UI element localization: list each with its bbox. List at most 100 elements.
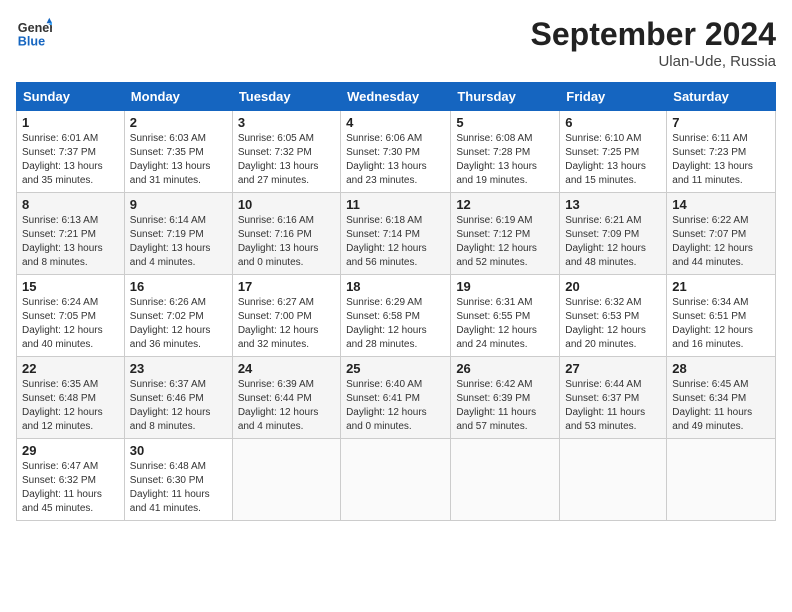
day-info: Sunrise: 6:03 AMSunset: 7:35 PMDaylight:…	[130, 132, 227, 188]
header-row: SundayMondayTuesdayWednesdayThursdayFrid…	[17, 83, 776, 111]
calendar-cell	[451, 439, 560, 521]
calendar-cell: 4 Sunrise: 6:06 AMSunset: 7:30 PMDaylight…	[341, 111, 451, 193]
day-number: 24	[238, 361, 335, 376]
day-number: 27	[565, 361, 661, 376]
calendar-cell: 22 Sunrise: 6:35 AMSunset: 6:48 PMDayligh…	[17, 357, 125, 439]
title-block: September 2024 Ulan-Ude, Russia	[531, 16, 776, 70]
day-info: Sunrise: 6:31 AMSunset: 6:55 PMDaylight:…	[456, 296, 554, 352]
day-number: 11	[346, 197, 445, 212]
day-number: 19	[456, 279, 554, 294]
calendar-cell: 7 Sunrise: 6:11 AMSunset: 7:23 PMDaylight…	[667, 111, 776, 193]
calendar-cell	[667, 439, 776, 521]
day-info: Sunrise: 6:47 AMSunset: 6:32 PMDaylight:…	[22, 460, 119, 516]
day-info: Sunrise: 6:37 AMSunset: 6:46 PMDaylight:…	[130, 378, 227, 434]
month-title: September 2024	[531, 16, 776, 53]
day-header-monday: Monday	[124, 83, 232, 111]
day-header-thursday: Thursday	[451, 83, 560, 111]
calendar-cell: 10 Sunrise: 6:16 AMSunset: 7:16 PMDayligh…	[232, 193, 340, 275]
day-number: 4	[346, 115, 445, 130]
calendar-cell: 3 Sunrise: 6:05 AMSunset: 7:32 PMDaylight…	[232, 111, 340, 193]
day-number: 21	[672, 279, 770, 294]
calendar-cell: 6Sunrise: 6:10 AMSunset: 7:25 PMDaylight…	[560, 111, 667, 193]
day-number: 16	[130, 279, 227, 294]
day-info: Sunrise: 6:29 AMSunset: 6:58 PMDaylight:…	[346, 296, 445, 352]
day-number: 15	[22, 279, 119, 294]
calendar-cell: 28 Sunrise: 6:45 AMSunset: 6:34 PMDayligh…	[667, 357, 776, 439]
calendar-cell: 14 Sunrise: 6:22 AMSunset: 7:07 PMDayligh…	[667, 193, 776, 275]
day-number: 1	[22, 115, 119, 130]
day-info: Sunrise: 6:35 AMSunset: 6:48 PMDaylight:…	[22, 378, 119, 434]
day-number: 26	[456, 361, 554, 376]
day-header-wednesday: Wednesday	[341, 83, 451, 111]
day-number: 25	[346, 361, 445, 376]
day-info: Sunrise: 6:14 AMSunset: 7:19 PMDaylight:…	[130, 214, 227, 270]
day-info: Sunrise: 6:19 AMSunset: 7:12 PMDaylight:…	[456, 214, 554, 270]
day-number: 23	[130, 361, 227, 376]
calendar-cell: 21Sunrise: 6:34 AMSunset: 6:51 PMDayligh…	[667, 275, 776, 357]
day-number: 30	[130, 443, 227, 458]
calendar-cell	[560, 439, 667, 521]
calendar-cell: 20 Sunrise: 6:32 AMSunset: 6:53 PMDayligh…	[560, 275, 667, 357]
calendar-cell: 26 Sunrise: 6:42 AMSunset: 6:39 PMDayligh…	[451, 357, 560, 439]
day-header-tuesday: Tuesday	[232, 83, 340, 111]
day-number: 22	[22, 361, 119, 376]
day-info: Sunrise: 6:42 AMSunset: 6:39 PMDaylight:…	[456, 378, 554, 434]
day-info: Sunrise: 6:32 AMSunset: 6:53 PMDaylight:…	[565, 296, 661, 352]
calendar-cell: 30 Sunrise: 6:48 AMSunset: 6:30 PMDayligh…	[124, 439, 232, 521]
day-info: Sunrise: 6:27 AMSunset: 7:00 PMDaylight:…	[238, 296, 335, 352]
calendar-cell: 23 Sunrise: 6:37 AMSunset: 6:46 PMDayligh…	[124, 357, 232, 439]
day-info: Sunrise: 6:06 AMSunset: 7:30 PMDaylight:…	[346, 132, 445, 188]
day-info: Sunrise: 6:05 AMSunset: 7:32 PMDaylight:…	[238, 132, 335, 188]
day-info: Sunrise: 6:08 AMSunset: 7:28 PMDaylight:…	[456, 132, 554, 188]
logo: General Blue	[16, 16, 52, 52]
calendar-week-row: 29 Sunrise: 6:47 AMSunset: 6:32 PMDayligh…	[17, 439, 776, 521]
day-number: 7	[672, 115, 770, 130]
calendar-cell: 25 Sunrise: 6:40 AMSunset: 6:41 PMDayligh…	[341, 357, 451, 439]
calendar-week-row: 15Sunrise: 6:24 AMSunset: 7:05 PMDayligh…	[17, 275, 776, 357]
day-number: 17	[238, 279, 335, 294]
calendar-table: SundayMondayTuesdayWednesdayThursdayFrid…	[16, 82, 776, 521]
day-info: Sunrise: 6:18 AMSunset: 7:14 PMDaylight:…	[346, 214, 445, 270]
svg-text:Blue: Blue	[18, 35, 45, 49]
day-number: 8	[22, 197, 119, 212]
day-info: Sunrise: 6:48 AMSunset: 6:30 PMDaylight:…	[130, 460, 227, 516]
day-info: Sunrise: 6:40 AMSunset: 6:41 PMDaylight:…	[346, 378, 445, 434]
day-number: 3	[238, 115, 335, 130]
day-number: 2	[130, 115, 227, 130]
day-number: 5	[456, 115, 554, 130]
calendar-cell: 1 Sunrise: 6:01 AMSunset: 7:37 PMDaylight…	[17, 111, 125, 193]
day-number: 12	[456, 197, 554, 212]
calendar-cell: 15Sunrise: 6:24 AMSunset: 7:05 PMDayligh…	[17, 275, 125, 357]
day-number: 9	[130, 197, 227, 212]
day-info: Sunrise: 6:16 AMSunset: 7:16 PMDaylight:…	[238, 214, 335, 270]
day-info: Sunrise: 6:13 AMSunset: 7:21 PMDaylight:…	[22, 214, 119, 270]
calendar-cell: 2 Sunrise: 6:03 AMSunset: 7:35 PMDaylight…	[124, 111, 232, 193]
calendar-cell: 24 Sunrise: 6:39 AMSunset: 6:44 PMDayligh…	[232, 357, 340, 439]
calendar-week-row: 8 Sunrise: 6:13 AMSunset: 7:21 PMDaylight…	[17, 193, 776, 275]
day-info: Sunrise: 6:10 AMSunset: 7:25 PMDaylight:…	[565, 132, 661, 188]
day-info: Sunrise: 6:26 AMSunset: 7:02 PMDaylight:…	[130, 296, 227, 352]
calendar-cell	[341, 439, 451, 521]
calendar-cell: 27Sunrise: 6:44 AMSunset: 6:37 PMDayligh…	[560, 357, 667, 439]
day-info: Sunrise: 6:22 AMSunset: 7:07 PMDaylight:…	[672, 214, 770, 270]
day-header-friday: Friday	[560, 83, 667, 111]
day-number: 14	[672, 197, 770, 212]
day-number: 20	[565, 279, 661, 294]
day-number: 29	[22, 443, 119, 458]
day-number: 28	[672, 361, 770, 376]
calendar-cell: 9 Sunrise: 6:14 AMSunset: 7:19 PMDaylight…	[124, 193, 232, 275]
day-info: Sunrise: 6:39 AMSunset: 6:44 PMDaylight:…	[238, 378, 335, 434]
day-header-saturday: Saturday	[667, 83, 776, 111]
day-info: Sunrise: 6:21 AMSunset: 7:09 PMDaylight:…	[565, 214, 661, 270]
day-info: Sunrise: 6:45 AMSunset: 6:34 PMDaylight:…	[672, 378, 770, 434]
day-info: Sunrise: 6:11 AMSunset: 7:23 PMDaylight:…	[672, 132, 770, 188]
day-info: Sunrise: 6:01 AMSunset: 7:37 PMDaylight:…	[22, 132, 119, 188]
calendar-cell: 5 Sunrise: 6:08 AMSunset: 7:28 PMDaylight…	[451, 111, 560, 193]
svg-text:General: General	[18, 21, 52, 35]
day-header-sunday: Sunday	[17, 83, 125, 111]
page-header: General Blue September 2024 Ulan-Ude, Ru…	[16, 16, 776, 70]
day-number: 10	[238, 197, 335, 212]
calendar-cell: 17 Sunrise: 6:27 AMSunset: 7:00 PMDayligh…	[232, 275, 340, 357]
calendar-cell: 13Sunrise: 6:21 AMSunset: 7:09 PMDayligh…	[560, 193, 667, 275]
location-subtitle: Ulan-Ude, Russia	[531, 53, 776, 70]
